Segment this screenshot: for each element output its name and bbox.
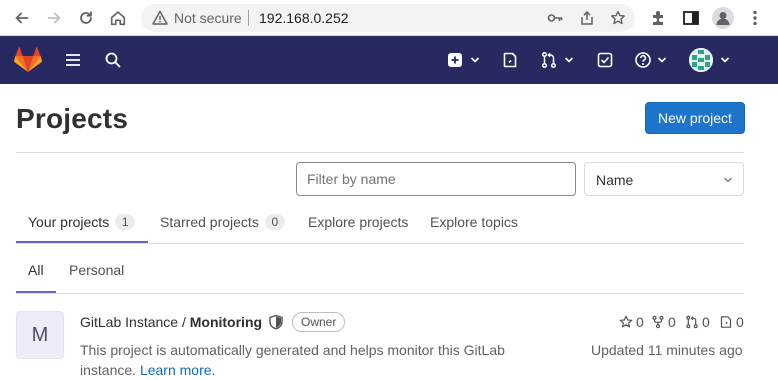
header-divider [16,152,744,153]
sort-value: Name [596,172,634,188]
project-description: This project is automatically generated … [80,340,540,380]
warning-icon[interactable] [152,10,168,26]
project-name: Monitoring [189,314,263,330]
tab-count-badge: 1 [115,214,136,230]
chevron-down-icon[interactable] [564,55,574,65]
url-text[interactable]: 192.168.0.252 [259,10,349,26]
filter-by-name-input[interactable] [296,162,576,196]
merge-request-icon [686,315,698,329]
stars-count[interactable]: 0 [619,314,644,330]
chevron-down-icon [724,177,732,183]
star-icon [619,315,633,328]
tab-label: Your projects [28,214,110,230]
chevron-down-icon[interactable] [657,55,667,65]
tab-count-badge: 0 [264,214,285,230]
tab-your-projects[interactable]: Your projects 1 [28,212,136,232]
gitlab-logo-icon[interactable] [14,47,42,73]
subtabs-divider [16,293,744,294]
tab-label: Explore topics [430,214,518,230]
shield-icon [269,314,283,330]
merge-requests-icon[interactable] [539,50,559,70]
role-badge: Owner [292,312,346,332]
project-title-link[interactable]: GitLab Instance / Monitoring [80,313,262,331]
page-title: Projects [16,103,129,134]
learn-more-link[interactable]: Learn more. [140,362,215,378]
identicon-icon [689,48,713,72]
new-project-button[interactable]: New project [645,102,745,134]
address-bar[interactable]: Not secure 192.168.0.252 [141,4,635,32]
fork-icon [652,315,664,329]
reload-icon[interactable] [76,8,96,28]
user-avatar[interactable] [689,48,713,72]
chevron-down-icon[interactable] [720,55,730,65]
back-arrow-icon[interactable] [12,8,32,28]
last-updated-text: Updated 11 minutes ago [591,342,743,358]
active-subtab-indicator [16,291,56,293]
omnibox-divider [248,10,249,26]
home-icon[interactable] [108,8,128,28]
search-icon[interactable] [103,50,123,70]
issues-icon[interactable] [500,50,520,70]
chevron-down-icon[interactable] [470,55,480,65]
security-label[interactable]: Not secure [174,10,242,26]
person-icon [716,12,730,25]
todos-icon[interactable] [595,50,615,70]
merge-requests-count[interactable]: 0 [685,314,710,330]
kebab-menu-icon[interactable] [745,8,765,28]
tabs-divider [16,243,744,244]
project-avatar[interactable]: M [16,311,64,359]
bookmark-star-icon[interactable] [610,10,626,26]
share-icon[interactable] [579,10,595,26]
tab-label: Explore projects [308,214,409,230]
create-new-icon[interactable] [445,50,465,70]
tab-starred-projects[interactable]: Starred projects 0 [160,212,285,232]
side-panel-icon[interactable] [681,8,701,28]
hamburger-menu-icon[interactable] [63,50,83,70]
forward-arrow-icon[interactable] [44,8,64,28]
tab-explore-projects[interactable]: Explore projects [308,212,408,232]
tab-label: Starred projects [160,214,259,230]
profile-avatar[interactable] [712,7,734,29]
extensions-icon[interactable] [649,8,669,28]
tab-explore-topics[interactable]: Explore topics [430,212,518,232]
browser-toolbar: Not secure 192.168.0.252 [0,0,778,36]
forks-count[interactable]: 0 [651,314,676,330]
active-tab-indicator [16,241,148,243]
subtab-personal[interactable]: Personal [69,261,124,279]
project-namespace: GitLab Instance / [80,314,190,330]
issue-icon [720,316,732,328]
subtab-all[interactable]: All [28,261,44,279]
gitlab-top-nav [0,36,778,84]
issues-count[interactable]: 0 [719,314,744,330]
help-icon[interactable] [633,50,653,70]
sort-dropdown[interactable]: Name [584,162,744,196]
key-icon[interactable] [547,10,563,26]
